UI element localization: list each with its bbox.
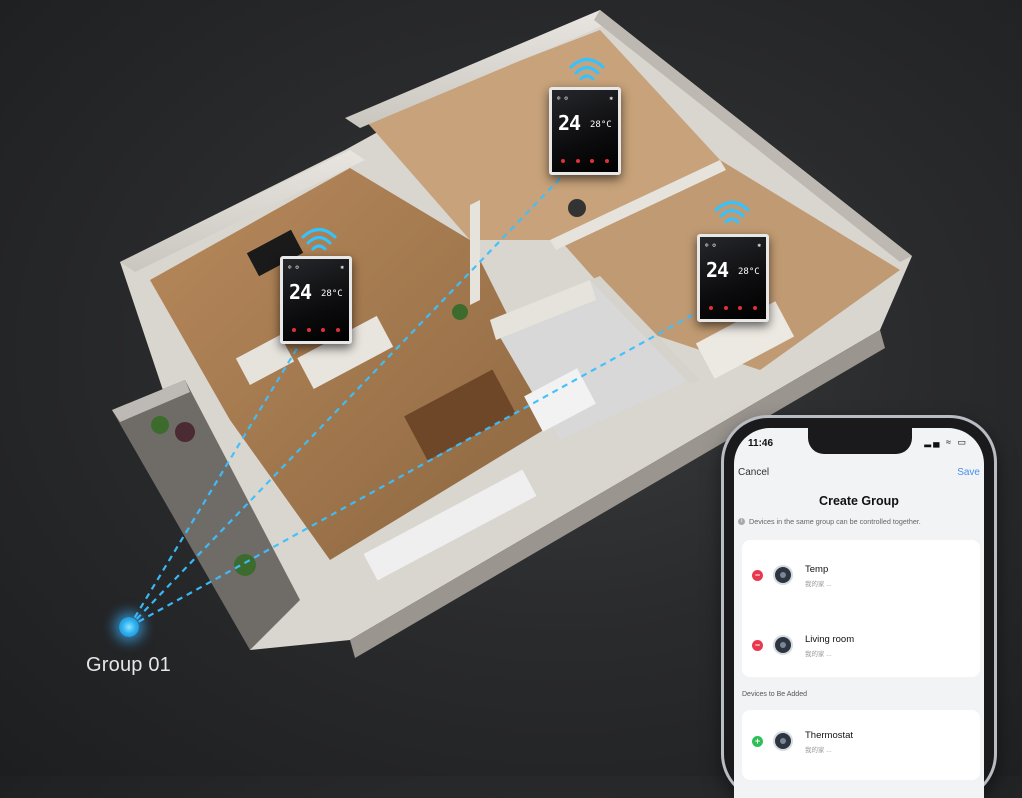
group-hint-text: Devices in the same group can be control… <box>749 517 921 526</box>
thermostat-secondary: 28°C <box>321 289 343 299</box>
thermostat-kitchen: ❄ ⚙ ✱ 24 28°C <box>549 87 621 175</box>
info-icon: i <box>738 518 745 525</box>
phone-mockup: 11:46 ▂▄ ≈ ▭ Cancel Save Create Group i … <box>724 418 994 798</box>
group-hint: i Devices in the same group can be contr… <box>738 517 984 526</box>
device-location: 我的家 ... <box>805 747 832 754</box>
remove-icon[interactable]: − <box>752 570 763 581</box>
list-item[interactable]: − Living room 我的家 ... <box>742 626 980 670</box>
save-button[interactable]: Save <box>957 467 980 478</box>
status-icons: ▂▄ ≈ ▭ <box>924 437 968 447</box>
device-name: Thermostat <box>805 730 854 741</box>
list-item[interactable]: − Temp 我的家 ... <box>742 556 980 600</box>
thermostat-secondary: 28°C <box>590 120 612 130</box>
device-location: 我的家 ... <box>805 581 832 588</box>
phone-notch <box>808 428 912 454</box>
page-title: Create Group <box>819 494 899 508</box>
phone-screen: 11:46 ▂▄ ≈ ▭ Cancel Save Create Group i … <box>734 428 984 798</box>
thermostat-secondary: 28°C <box>738 267 760 277</box>
thermostat-living-room: ❄ ⚙ ✱ 24 28°C <box>280 256 352 344</box>
device-location: 我的家 ... <box>805 651 832 658</box>
thermostat-bedroom: ❄ ⚙ ✱ 24 28°C <box>697 234 769 322</box>
list-item[interactable]: + Thermostat 我的家 ... <box>742 722 980 766</box>
add-icon[interactable]: + <box>752 736 763 747</box>
cancel-button[interactable]: Cancel <box>738 467 769 478</box>
status-time: 11:46 <box>748 438 774 449</box>
group-node-icon <box>119 617 139 637</box>
group-label: Group 01 <box>86 654 171 676</box>
thermostat-temperature: 24 <box>289 280 312 304</box>
thermostat-device-icon <box>775 637 791 653</box>
remove-icon[interactable]: − <box>752 640 763 651</box>
thermostat-temperature: 24 <box>706 258 729 282</box>
section-header-devices-to-add: Devices to Be Added <box>742 691 807 698</box>
add-devices-card: + Thermostat 我的家 ... <box>742 710 980 780</box>
device-name: Temp <box>805 564 829 575</box>
thermostat-device-icon <box>775 567 791 583</box>
group-devices-card: − Temp 我的家 ... − Living room 我的家 ... <box>742 540 980 677</box>
device-name: Living room <box>805 634 855 645</box>
thermostat-device-icon <box>775 733 791 749</box>
thermostat-temperature: 24 <box>558 111 581 135</box>
